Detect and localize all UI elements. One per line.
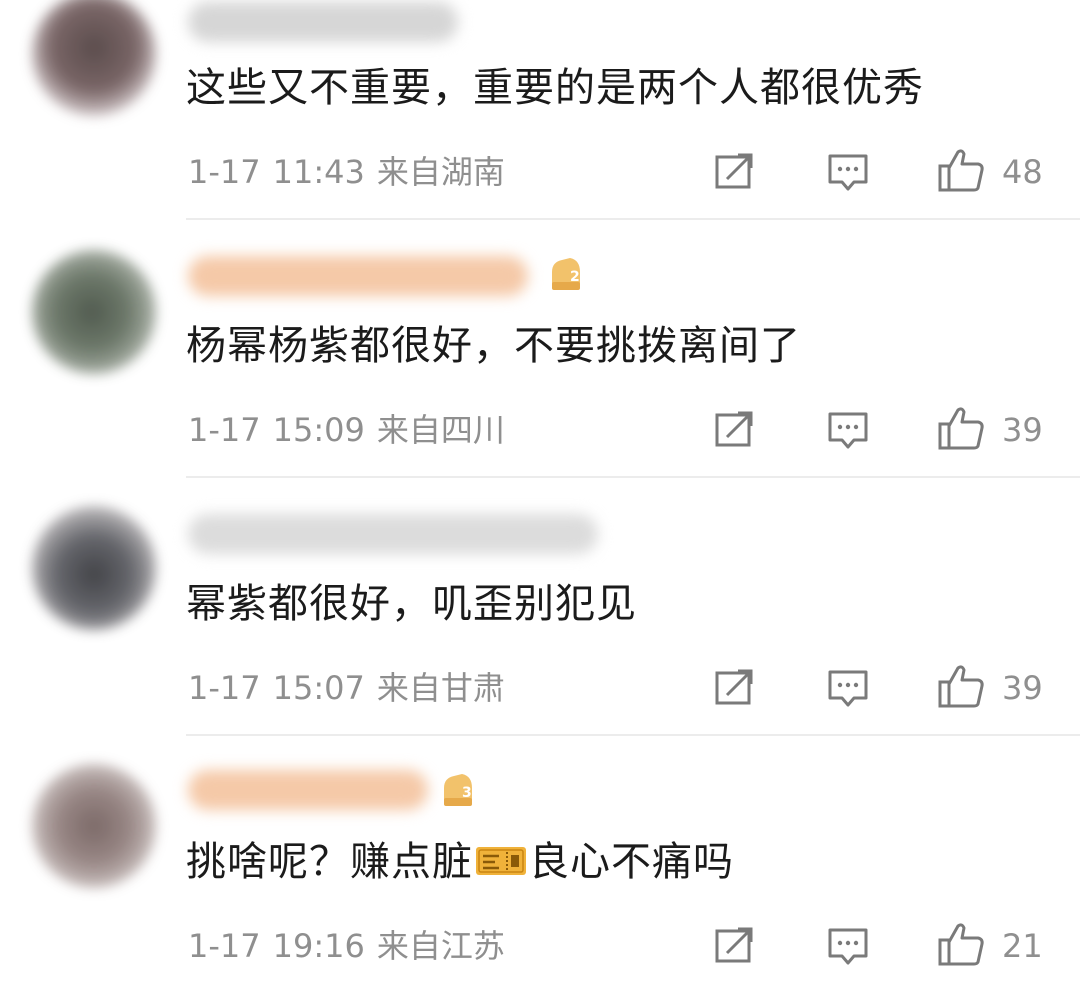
comment-text: 杨幂杨紫都很好，不要挑拨离间了 [186,323,801,369]
share-icon[interactable] [712,924,756,968]
comment-meta: 1-17 15:07 来自甘肃 [188,668,517,708]
comment-meta: 1-17 19:16 来自江苏 [188,926,517,966]
avatar[interactable] [32,506,156,630]
divider [186,218,1080,220]
comment-text: 挑啥呢？赚点脏 良心不痛吗 [186,836,734,888]
comment-icon[interactable] [826,666,870,710]
like-count: 39 [1002,411,1043,449]
comment-time: 15:07 [272,669,365,707]
comment-icon[interactable] [826,408,870,452]
svg-text:2: 2 [570,269,580,285]
comment-location: 来自甘肃 [376,669,505,707]
like-count: 48 [1002,153,1043,191]
fan-level-badge-icon: 2 [552,258,580,290]
thumbs-up-icon[interactable] [936,920,986,968]
username-blurred[interactable] [188,770,428,810]
share-icon[interactable] [712,150,756,194]
like-count: 39 [1002,669,1043,707]
comment-text: 幂紫都很好，叽歪别犯见 [186,581,637,627]
comment-date: 1-17 [188,669,261,707]
comment-time: 11:43 [272,153,365,191]
comment-meta: 1-17 15:09 来自四川 [188,410,517,450]
username-blurred[interactable] [188,256,528,296]
comment-date: 1-17 [188,411,261,449]
divider [186,734,1080,736]
thumbs-up-icon[interactable] [936,404,986,452]
divider [186,476,1080,478]
comment-text-before: 挑啥呢？赚点脏 [186,839,473,885]
share-icon[interactable] [712,666,756,710]
comment-meta: 1-17 11:43 来自湖南 [188,152,517,192]
comment-location: 来自四川 [376,411,505,449]
comment-time: 19:16 [272,927,365,965]
comment-date: 1-17 [188,927,261,965]
share-icon[interactable] [712,408,756,452]
username-blurred[interactable] [188,2,458,42]
comment-time: 15:09 [272,411,365,449]
avatar[interactable] [32,250,156,374]
comment-location: 来自江苏 [376,927,505,965]
thumbs-up-icon[interactable] [936,146,986,194]
like-count: 21 [1002,927,1043,965]
comment-icon[interactable] [826,150,870,194]
avatar[interactable] [32,0,156,116]
avatar[interactable] [32,764,156,888]
comment-location: 来自湖南 [376,153,505,191]
thumbs-up-icon[interactable] [936,662,986,710]
username-blurred[interactable] [188,514,598,554]
comment-date: 1-17 [188,153,261,191]
fan-level-badge-icon: 3 [444,774,472,806]
comment-text: 这些又不重要，重要的是两个人都很优秀 [186,65,924,111]
svg-text:3: 3 [462,785,472,801]
ticket-emoji-icon [476,847,526,875]
comment-text-after: 良心不痛吗 [529,839,734,885]
comment-icon[interactable] [826,924,870,968]
